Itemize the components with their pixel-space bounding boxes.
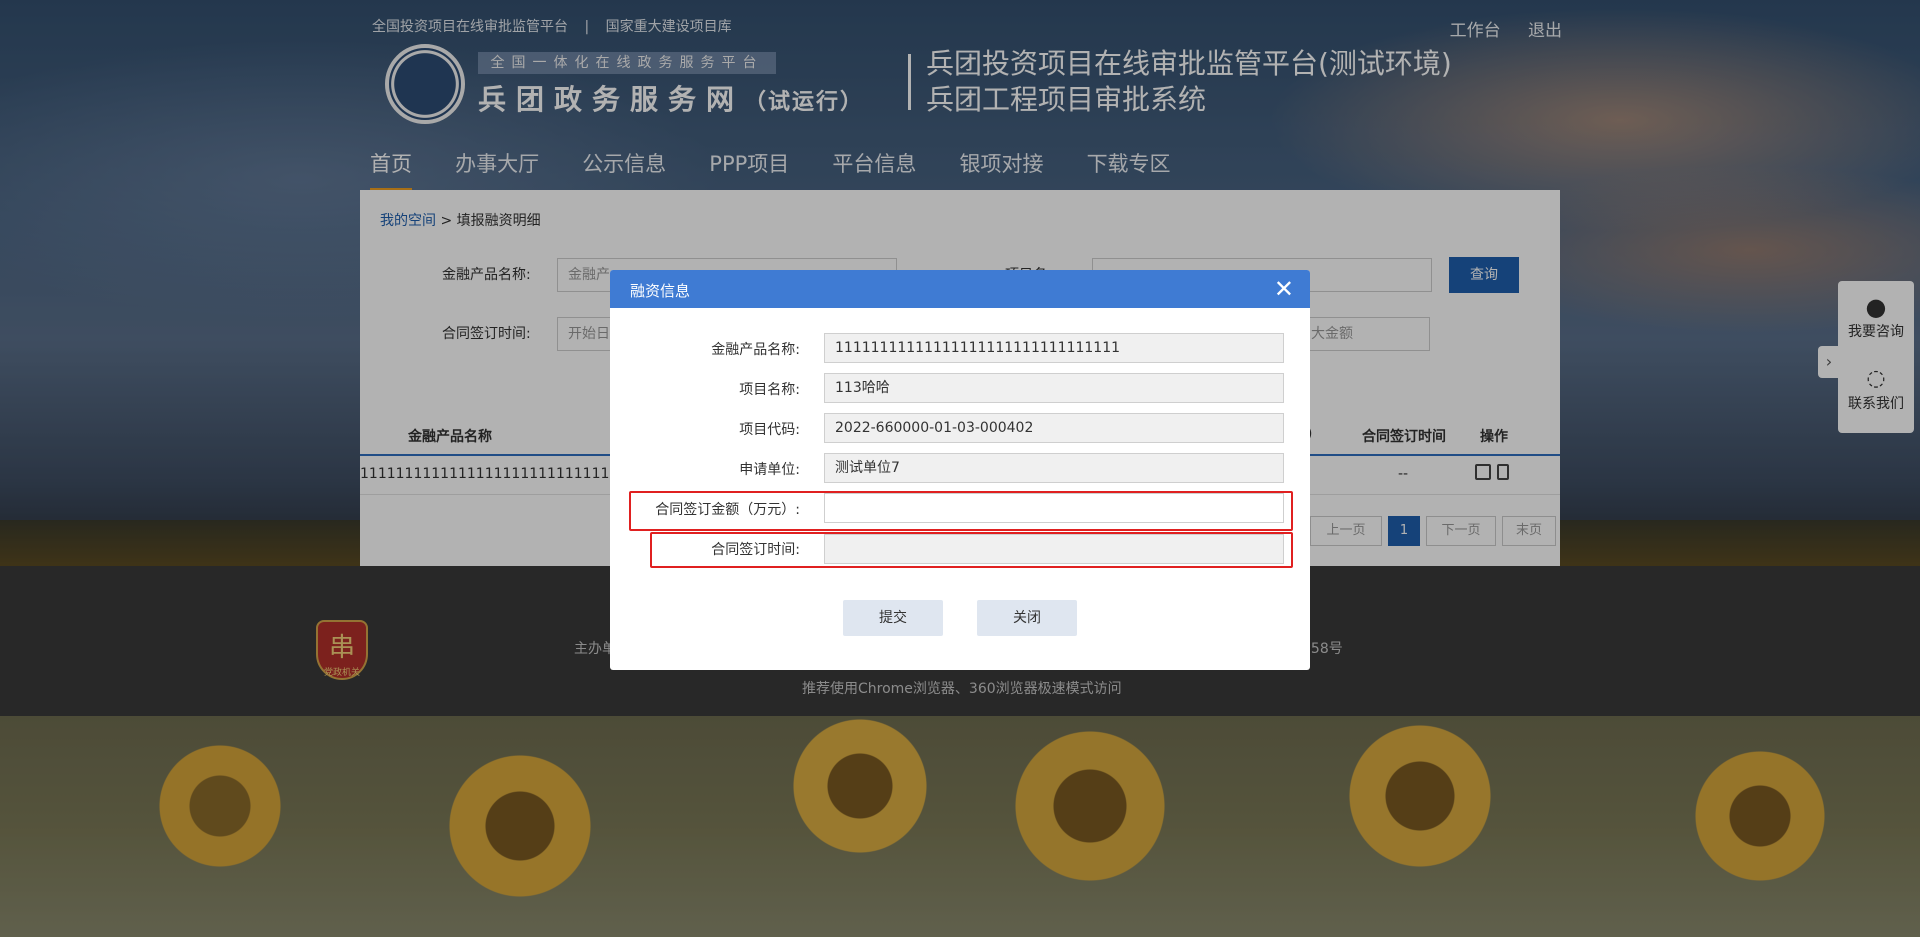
project-name-field[interactable]: 113哈哈: [824, 373, 1284, 403]
label-project-name: 项目名称:: [739, 382, 800, 398]
product-name-field[interactable]: 11111111111111111111111111111111: [824, 333, 1284, 363]
project-code-field[interactable]: 2022-660000-01-03-000402: [824, 413, 1284, 443]
label-product-name: 金融产品名称:: [711, 342, 800, 358]
contract-time-input[interactable]: [824, 534, 1284, 564]
label-contract-time: 合同签订时间:: [711, 542, 800, 558]
submit-button[interactable]: 提交: [843, 600, 943, 636]
label-contract-amount: 合同签订金额（万元）:: [655, 502, 800, 518]
close-button[interactable]: 关闭: [977, 600, 1077, 636]
dialog-header: 融资信息 ✕: [610, 270, 1310, 308]
label-applicant-unit: 申请单位:: [739, 462, 800, 478]
label-project-code: 项目代码:: [739, 422, 800, 438]
applicant-unit-field[interactable]: 测试单位7: [824, 453, 1284, 483]
close-icon[interactable]: ✕: [1274, 274, 1294, 304]
contract-amount-input[interactable]: [824, 493, 1284, 523]
dialog-title: 融资信息: [630, 282, 691, 300]
financing-info-dialog: 融资信息 ✕ 金融产品名称: 1111111111111111111111111…: [610, 270, 1310, 670]
